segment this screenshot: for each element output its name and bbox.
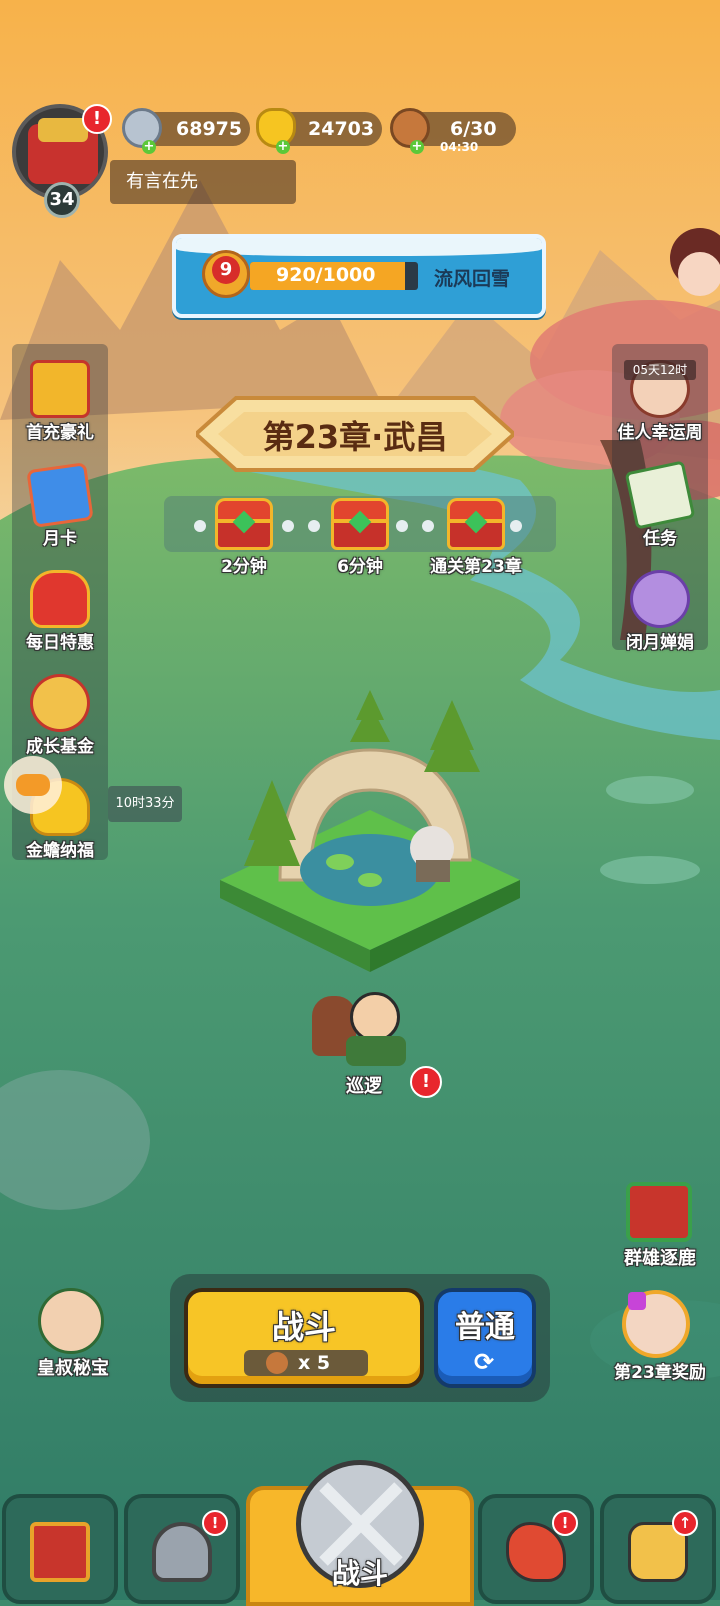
stamina-timer: 04:30 [440, 140, 479, 154]
monkey-fund-icon [30, 674, 90, 732]
golden-toad-timer: 10时33分 [108, 786, 182, 822]
growth-fund[interactable]: 成长基金 [12, 666, 108, 766]
rank-number: 9 [212, 256, 240, 284]
mode-label: 普通 [455, 1310, 515, 1345]
stage-island-scene[interactable] [220, 690, 520, 980]
stamina-add-icon[interactable]: + [410, 140, 424, 154]
nav-heroes[interactable]: ! [124, 1494, 240, 1604]
chapter-23-reward[interactable]: 第23章奖励 [608, 1288, 718, 1384]
beauty-week-timer: 05天12时 [624, 360, 696, 380]
gamepad-float-button[interactable] [4, 756, 62, 814]
nav-events[interactable]: ! [478, 1494, 594, 1604]
chapter-title: 第23章·武昌 [262, 418, 448, 456]
silver-coin-icon [122, 108, 162, 148]
stage-name: 流风回雪 [434, 268, 511, 290]
nav-battle-label: 战斗 [331, 1557, 388, 1590]
gift-bag-icon [30, 570, 90, 628]
reward-chest-icon[interactable] [215, 498, 273, 550]
battle-cost: x 5 [298, 1352, 331, 1374]
chest-label: 2分钟 [221, 557, 267, 577]
moon-lady-icon [630, 570, 690, 628]
patrol-label: 巡逻 [346, 1076, 382, 1097]
events-alert-badge: ! [552, 1510, 578, 1536]
quests[interactable]: 任务 [612, 458, 708, 558]
refresh-icon: ⟳ [473, 1348, 495, 1376]
reward-chest-icon[interactable] [331, 498, 389, 550]
monthly-card[interactable]: 月卡 [12, 458, 108, 558]
city-gate-icon [30, 1522, 90, 1582]
progress-value: 920/1000 [276, 264, 376, 286]
banner-scroll-icon [626, 1182, 692, 1242]
treasure-chest-icon [30, 360, 90, 418]
hero-avatar-icon [350, 992, 400, 1042]
beauty-girl-portrait[interactable] [664, 222, 720, 314]
upgrade-alert-badge: ↑ [672, 1510, 698, 1536]
gold-add-icon[interactable]: + [276, 140, 290, 154]
nav-upgrade[interactable]: ↑ [600, 1494, 716, 1604]
player-name: 有言在先 [110, 160, 296, 204]
gamepad-icon [16, 774, 50, 796]
scroll-icon [624, 460, 696, 530]
battle-button-label: 战斗 [271, 1308, 336, 1346]
first-charge-gift[interactable]: 首充豪礼 [12, 352, 108, 452]
battle-button[interactable]: 战斗 x 5 [184, 1288, 424, 1388]
monthly-card-icon [26, 462, 94, 528]
puzzle-piece-icon [628, 1292, 646, 1310]
chest-label: 通关第23章 [430, 557, 522, 577]
player-level-badge: 34 [44, 182, 80, 218]
nav-city[interactable] [2, 1494, 118, 1604]
daily-deal[interactable]: 每日特惠 [12, 562, 108, 662]
meat-icon [266, 1352, 288, 1374]
patrol-hero[interactable] [310, 986, 420, 1084]
silver-add-icon[interactable]: + [142, 140, 156, 154]
uncle-secret-treasure[interactable]: 皇叔秘宝 [24, 1284, 122, 1380]
avatar-alert-badge: ! [82, 104, 112, 134]
heroes-contest[interactable]: 群雄逐鹿 [610, 1176, 710, 1274]
old-man-icon [38, 1288, 104, 1354]
mode-toggle-button[interactable]: 普通 ⟳ [434, 1288, 536, 1388]
reward-chest-icon[interactable] [447, 498, 505, 550]
chest-label: 6分钟 [337, 557, 383, 577]
moon-beauty-event[interactable]: 闭月婵娟 [612, 562, 708, 662]
heroes-alert-badge: ! [202, 1510, 228, 1536]
patrol-alert-badge: ! [410, 1066, 442, 1098]
helmet-icon [152, 1522, 212, 1582]
gold-ingot-icon [256, 108, 296, 148]
meat-icon [390, 108, 430, 148]
